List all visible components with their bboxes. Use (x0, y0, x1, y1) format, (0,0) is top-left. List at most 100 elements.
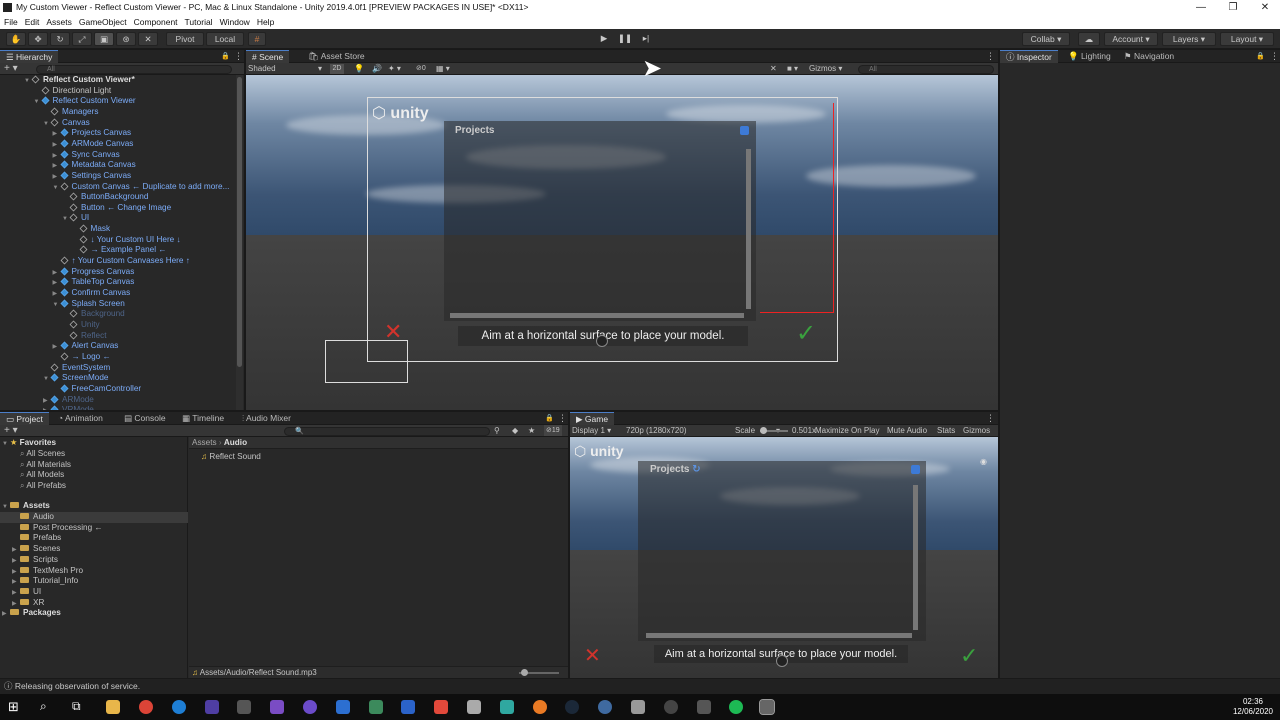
asset-folder-item[interactable]: Post Processing ← (0, 523, 188, 534)
hierarchy-item[interactable]: ↑ Your Custom Canvases Here ↑ (53, 256, 190, 267)
game-gizmos-toggle[interactable]: Gizmos (963, 425, 990, 437)
icon-size-slider-thumb[interactable] (521, 669, 528, 676)
tools-icon[interactable]: ✕ (770, 63, 777, 74)
camera-dropdown-icon[interactable]: ■ ▾ (787, 63, 798, 74)
mute-audio-toggle[interactable]: Mute Audio (887, 425, 927, 437)
hierarchy-item[interactable]: ▼ Reflect Custom Viewer (34, 96, 136, 107)
account-dropdown[interactable]: Account ▾ (1104, 32, 1158, 46)
steam-icon[interactable] (565, 700, 579, 714)
inspector-lock-icon[interactable]: 🔒 (1256, 52, 1265, 60)
hierarchy-item[interactable]: ▼ Custom Canvas ← Duplicate to add more..… (53, 182, 230, 193)
icon-size-slider[interactable] (519, 669, 559, 676)
hierarchy-item[interactable]: Background (62, 309, 125, 320)
hierarchy-scrollbar[interactable] (236, 75, 243, 410)
layers-dropdown[interactable]: Layers ▾ (1162, 32, 1216, 46)
favorites-item[interactable]: ⌕ All Materials (20, 460, 71, 471)
custom-tool-icon[interactable]: ✕ (138, 32, 158, 46)
favorites-item[interactable]: ⌕ All Prefabs (20, 481, 66, 492)
hierarchy-item[interactable]: ▼ UI (62, 213, 89, 224)
hierarchy-item[interactable]: ▶ Projects Canvas (53, 128, 132, 139)
lighting-toggle-icon[interactable]: 💡 (354, 63, 364, 74)
favorite-star-icon[interactable]: ★ (528, 425, 535, 436)
play-button[interactable]: ▶ (594, 32, 614, 46)
breadcrumb-assets[interactable]: Assets (192, 438, 217, 447)
local-toggle[interactable]: Local (206, 32, 244, 46)
file-explorer-icon[interactable] (106, 700, 120, 714)
move-tool-icon[interactable]: ✥ (28, 32, 48, 46)
stats-toggle[interactable]: Stats (937, 425, 955, 437)
project-search-input[interactable]: 🔍 (284, 427, 490, 436)
menu-file[interactable]: File (0, 15, 21, 29)
create-plus-icon[interactable]: + ▾ (4, 63, 18, 74)
unity-icon[interactable] (664, 700, 678, 714)
asset-folder-item[interactable]: ▶ UI (0, 587, 188, 598)
asset-folder-item[interactable]: ▶ Scenes (0, 544, 188, 555)
breadcrumb-audio[interactable]: Audio (224, 438, 247, 447)
tab-timeline[interactable]: ▦ Timeline (176, 412, 230, 425)
app-icon-9[interactable] (369, 700, 383, 714)
project-lock-icon[interactable]: 🔒 (545, 414, 554, 422)
display-dropdown[interactable]: Display 1 ▾ (572, 425, 611, 437)
hierarchy-item[interactable]: EventSystem (43, 363, 110, 374)
confirm-icon[interactable]: ✓ (796, 319, 816, 348)
shading-mode-dropdown[interactable]: Shaded ▾ (248, 63, 324, 74)
prompt-toggle-icon[interactable] (596, 335, 608, 347)
hierarchy-item[interactable]: Unity (62, 320, 100, 331)
game-eye-icon[interactable]: ◉ (980, 457, 987, 466)
hierarchy-item[interactable]: ▶ ARMode (43, 395, 94, 406)
rect-tool-icon[interactable]: ▣ (94, 32, 114, 46)
scene-viewport[interactable]: ⬡ unity Projects ✕ ✓ Aim at a horizontal… (246, 75, 998, 410)
tab-lighting[interactable]: 💡 Lighting (1062, 50, 1117, 63)
step-button[interactable]: ▸| (636, 32, 656, 46)
tab-project[interactable]: ▭ Project (0, 412, 49, 425)
maps-app-icon[interactable] (336, 700, 350, 714)
hierarchy-item[interactable]: ▶ Progress Canvas (53, 267, 135, 278)
minimize-icon[interactable]: — (1186, 0, 1216, 15)
tab-hierarchy[interactable]: ☰ Hierarchy (0, 50, 59, 63)
kebab-menu-icon[interactable]: ⋮ (234, 51, 243, 62)
cloud-icon[interactable]: ☁ (1078, 32, 1100, 46)
vr-app-icon[interactable] (631, 700, 645, 714)
packages-header[interactable]: ▶ Packages (2, 608, 61, 619)
game-projects-scrollbar[interactable] (913, 485, 918, 630)
menu-help[interactable]: Help (253, 15, 277, 29)
game-refresh-icon[interactable] (911, 465, 920, 474)
game-projects-h-scrollbar[interactable] (646, 633, 912, 638)
mode-2d-toggle[interactable]: 2D (330, 64, 344, 74)
chat-app-icon[interactable] (303, 700, 317, 714)
asset-file-reflect-sound[interactable]: ♫ Reflect Sound (201, 452, 261, 463)
browser-icon[interactable] (172, 700, 186, 714)
unity-active-icon[interactable] (759, 699, 775, 715)
hierarchy-item[interactable]: ▼ Canvas (43, 118, 90, 129)
menu-edit[interactable]: Edit (21, 15, 43, 29)
scale-slider[interactable] (760, 427, 788, 434)
hierarchy-item[interactable]: ▶ Settings Canvas (53, 171, 132, 182)
visual-studio-icon[interactable] (270, 700, 284, 714)
project-create-plus-icon[interactable]: + ▾ (4, 425, 18, 436)
favorites-header[interactable]: ▼ ★ Favorites (2, 438, 56, 449)
expand-arrow-icon[interactable]: ▼ (43, 374, 51, 385)
favorites-item[interactable]: ⌕ All Models (20, 470, 64, 481)
resolution-dropdown[interactable]: 720p (1280x720)▾ (626, 425, 780, 437)
game-cancel-icon[interactable]: ✕ (584, 643, 601, 668)
expand-arrow-icon[interactable]: ▼ (53, 300, 61, 311)
scene-search-input[interactable]: All (858, 65, 994, 74)
expand-arrow-icon[interactable]: ▼ (62, 214, 70, 225)
hierarchy-item[interactable]: ▼ Reflect Custom Viewer* (24, 75, 135, 86)
system-clock[interactable]: 02:36 12/06/2020 (1230, 697, 1276, 717)
asset-folder-item[interactable]: ▶ Tutorial_Info (0, 576, 188, 587)
expand-arrow-icon[interactable]: ▼ (43, 119, 51, 130)
tab-animation[interactable]: ◔ Animation (52, 412, 109, 425)
menu-window[interactable]: Window (216, 15, 253, 29)
chrome-icon[interactable] (139, 700, 153, 714)
hierarchy-item[interactable]: Directional Light (34, 86, 111, 97)
hierarchy-item[interactable]: ▶ Alert Canvas (53, 341, 119, 352)
hierarchy-search-input[interactable]: All (36, 65, 232, 74)
menu-gameobject[interactable]: GameObject (75, 15, 130, 29)
hierarchy-item[interactable]: ↓ Your Custom UI Here ↓ (72, 235, 181, 246)
lock-icon[interactable]: 🔒 (221, 52, 230, 60)
assets-header[interactable]: ▼ Assets (2, 501, 50, 512)
tab-console[interactable]: ▤ Console (118, 412, 172, 425)
tab-game[interactable]: ▶ Game (570, 412, 615, 425)
hierarchy-item[interactable]: Managers (43, 107, 98, 118)
